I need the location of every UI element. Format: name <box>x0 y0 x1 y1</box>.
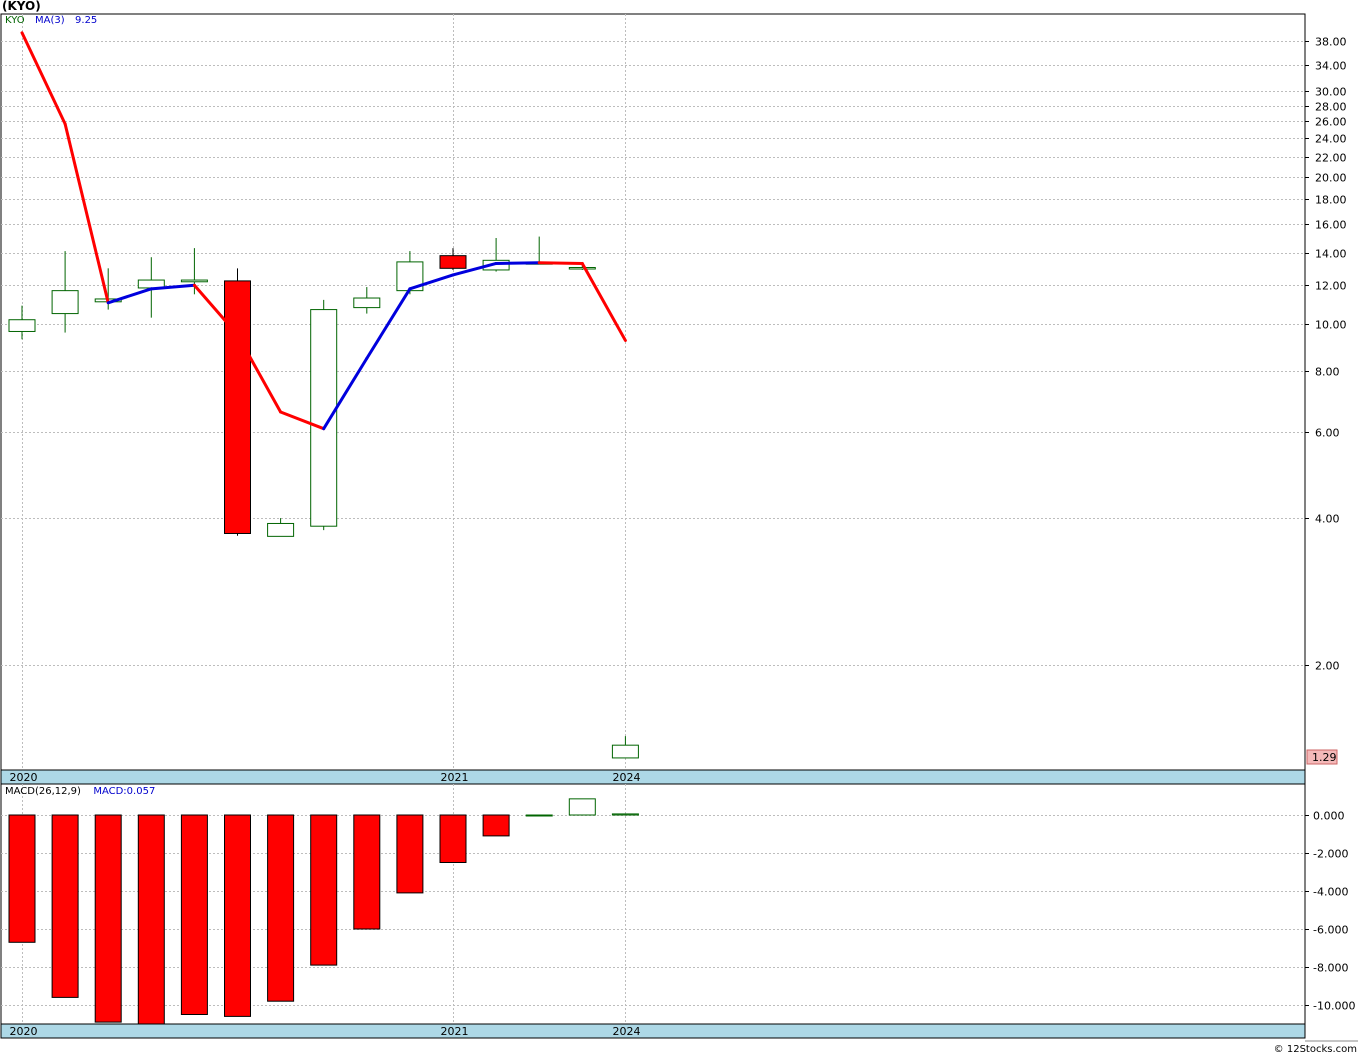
candle-body <box>51 290 79 315</box>
macd-legend: MACD(26,12,9) MACD:0.057 <box>5 786 155 797</box>
price-axis-tick-label: 20.00 <box>1315 172 1347 185</box>
macd-date-band <box>0 1023 1306 1039</box>
candle-body <box>8 319 36 332</box>
price-axis-tick-label: 14.00 <box>1315 248 1347 261</box>
macd-bar <box>51 814 79 998</box>
macd-date-label: 2024 <box>613 1025 641 1038</box>
legend-ma-value: 9.25 <box>75 15 98 26</box>
candle-body <box>611 744 639 759</box>
macd-axis-tick-label: -10.000 <box>1313 1000 1355 1013</box>
last-price-label: 1.29 <box>1312 751 1337 764</box>
macd-date-label: 2020 <box>10 1025 38 1038</box>
price-axis-tick-label: 12.00 <box>1315 280 1347 293</box>
price-legend: KYO MA(3) 9.25 <box>5 15 97 26</box>
price-axis-tick-label: 28.00 <box>1315 101 1347 114</box>
legend-ma-label: MA(3) <box>35 15 65 26</box>
price-axis-tick-label: 16.00 <box>1315 219 1347 232</box>
macd-axis-tick-label: -2.000 <box>1313 848 1348 861</box>
price-axis-tick-label: 30.00 <box>1315 86 1347 99</box>
macd-bar <box>180 814 208 1015</box>
price-panel-frame <box>0 13 1306 771</box>
price-axis-tick-label: 8.00 <box>1315 366 1340 379</box>
chart-stage: 38.00 34.00 30.00 28.00 26.00 24.00 22.00 20.00… <box>0 0 1360 1056</box>
price-axis-tick-label: 6.00 <box>1315 427 1340 440</box>
ma3-segment <box>537 261 584 265</box>
chart-svg: 38.00 34.00 30.00 28.00 26.00 24.00 22.00 20.00… <box>0 13 1358 1042</box>
macd-bar <box>353 814 381 930</box>
candle-body <box>439 255 467 269</box>
price-axis-tick-label: 10.00 <box>1315 319 1347 332</box>
candle-body <box>224 280 251 534</box>
candle-body <box>310 309 338 527</box>
price-axis-tick-label: 26.00 <box>1315 116 1347 129</box>
macd-bar <box>611 813 639 816</box>
price-axis-tick-label: 38.00 <box>1315 36 1347 49</box>
price-axis-tick-label: 4.00 <box>1315 513 1340 526</box>
price-date-label: 2021 <box>441 771 469 784</box>
macd-bar <box>439 814 467 863</box>
macd-bar <box>94 814 122 1023</box>
candle-body <box>353 297 381 309</box>
macd-axis-tick-label: -4.000 <box>1313 886 1348 899</box>
macd-axis-tick-label: 0.000 <box>1313 810 1345 823</box>
macd-axis-tick-label: -6.000 <box>1313 924 1348 937</box>
macd-bar <box>525 814 553 817</box>
ma3-segment <box>494 261 541 265</box>
macd-date-label: 2021 <box>441 1025 469 1038</box>
price-axis-tick-label: 2.00 <box>1315 660 1340 673</box>
candle-body <box>568 267 596 270</box>
candle-body <box>267 522 295 537</box>
legend-macd-label: MACD(26,12,9) <box>5 786 81 797</box>
macd-bar <box>267 814 295 1002</box>
macd-axis-tick-label: -8.000 <box>1313 962 1348 975</box>
site-credit: © 12Stocks.com <box>1273 1044 1357 1055</box>
macd-bar <box>568 798 596 816</box>
price-axis-tick-label: 24.00 <box>1315 133 1347 146</box>
macd-bar <box>482 814 510 837</box>
macd-bar <box>396 814 424 894</box>
price-date-band <box>0 769 1306 785</box>
price-date-label: 2020 <box>10 771 38 784</box>
price-date-label: 2024 <box>613 771 641 784</box>
chart-title: (KYO) <box>2 0 41 13</box>
price-axis-tick-label: 34.00 <box>1315 60 1347 73</box>
macd-bar <box>224 814 251 1017</box>
macd-bar <box>137 814 165 1025</box>
candle-body <box>180 279 208 283</box>
price-axis-tick-label: 18.00 <box>1315 194 1347 207</box>
legend-ticker: KYO <box>5 15 25 26</box>
macd-bar <box>8 814 36 943</box>
legend-macd-value: MACD:0.057 <box>93 786 156 797</box>
price-axis-tick-label: 22.00 <box>1315 152 1347 165</box>
macd-bar <box>310 814 338 966</box>
